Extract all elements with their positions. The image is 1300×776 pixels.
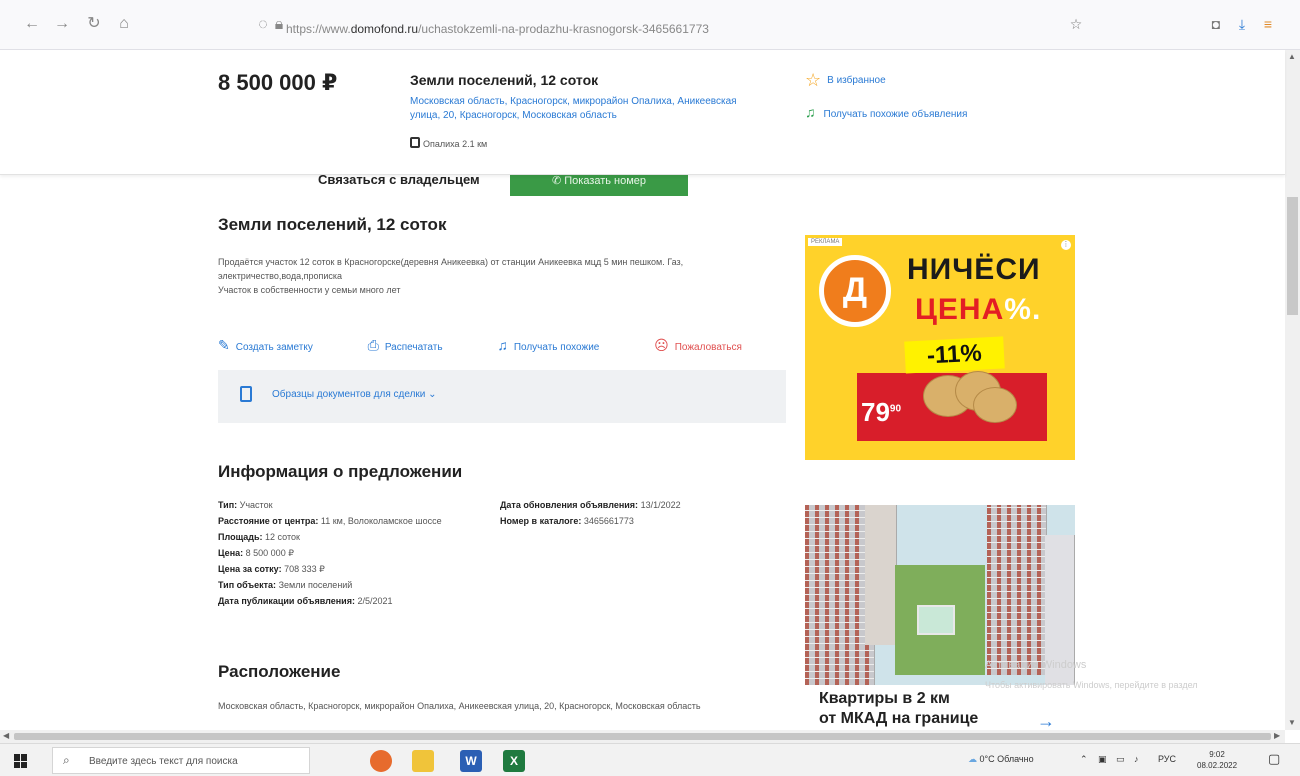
clock[interactable]: 9:02 08.02.2022 — [1197, 749, 1237, 771]
word-icon[interactable]: W — [460, 750, 482, 772]
phone-icon: ✆ — [551, 175, 565, 187]
sticky-address[interactable]: Московская область, Красногорск, микрора… — [410, 95, 740, 123]
sticky-header: 8 500 000 ₽ Земли поселений, 12 соток Мо… — [0, 50, 1285, 175]
printer-icon: ⎙ — [367, 337, 379, 353]
info-row: Тип: Участок — [218, 500, 273, 510]
sticky-title: Земли поселений, 12 соток — [410, 72, 599, 88]
menu-icon[interactable]: ≡ — [1258, 14, 1278, 34]
scroll-down-icon[interactable]: ▼ — [1288, 718, 1296, 727]
info-row: Цена за сотку: 708 333 ₽ — [218, 564, 325, 574]
train-icon — [410, 137, 420, 148]
info-row: Дата обновления объявления: 13/1/2022 — [500, 500, 681, 510]
browser-toolbar: ← → ↻ ⌂ ◌ 🔒︎ https://www.domofond.ru/uch… — [0, 0, 1300, 50]
bell-icon: ♫ — [497, 337, 508, 353]
scroll-left-icon[interactable]: ◀ — [3, 731, 9, 740]
ad-banner-grocery[interactable]: РЕКЛАМА ⋮ Д НИЧЁСИ ЦЕНА%. 7990 -11% — [805, 235, 1075, 460]
ad-price: 7990 — [861, 397, 902, 427]
info-row: Цена: 8 500 000 ₽ — [218, 548, 294, 558]
url-text[interactable]: https://www.domofond.ru/uchastokzemli-na… — [286, 22, 709, 36]
cloud-icon: ☁ — [968, 754, 980, 764]
print-button[interactable]: ⎙ Распечатать — [368, 337, 469, 353]
info-row: Дата публикации объявления: 2/5/2021 — [218, 596, 393, 606]
info-title: Информация о предложении — [218, 462, 463, 481]
horizontal-scrollbar[interactable]: ◀ ▶ — [0, 730, 1285, 743]
ad-headline: Квартиры в 2 км от МКАД на границе — [819, 690, 979, 727]
potato-image — [973, 387, 1017, 423]
tray-chevron-icon[interactable]: ⌃ — [1080, 754, 1088, 765]
listing-title: Земли поселений, 12 соток — [218, 215, 447, 234]
taskbar-search[interactable]: ⌕ Введите здесь текст для поиска — [52, 747, 310, 774]
ad-line1: НИЧЁСИ — [907, 253, 1041, 286]
info-left: Тип: Участок Расстояние от центра: 11 км… — [218, 497, 498, 609]
excel-icon[interactable]: X — [503, 750, 525, 772]
address-bar[interactable]: ◌ 🔒︎ https://www.domofond.ru/uchastokzem… — [245, 16, 1085, 41]
info-row: Площадь: 12 соток — [218, 532, 300, 542]
sticky-price: 8 500 000 ₽ — [218, 70, 338, 95]
pencil-icon: ✎ — [218, 337, 230, 353]
weather-widget[interactable]: ☁ 0°C Облачно — [968, 754, 1034, 765]
pocket-icon[interactable]: ◘ — [1206, 14, 1226, 34]
network-icon[interactable]: ▣ — [1098, 754, 1107, 765]
complain-icon: ☹ — [654, 337, 669, 353]
language-indicator[interactable]: РУС — [1158, 754, 1176, 764]
location-title: Расположение — [218, 662, 341, 681]
windows-activation-watermark: Активация Windows Чтобы активировать Win… — [985, 659, 1198, 690]
complain-button[interactable]: ☹ Пожаловаться — [654, 337, 768, 353]
documents-label[interactable]: Образцы документов для сделки ⌄ — [272, 389, 437, 400]
file-explorer-icon[interactable] — [412, 750, 434, 772]
building-image — [987, 505, 1047, 675]
similar-ads-button[interactable]: ♫ Получать похожие объявления — [805, 104, 967, 120]
favorite-button[interactable]: ☆ В избранное — [805, 70, 886, 91]
sticky-station: Опалиха 2.1 км — [410, 137, 487, 149]
taskbar: ⌕ Введите здесь текст для поиска W X ☁ 0… — [0, 743, 1300, 776]
battery-icon[interactable]: ▭ — [1116, 754, 1125, 765]
info-row: Расстояние от центра: 11 км, Волоколамск… — [218, 516, 442, 526]
search-icon: ⌕ — [63, 753, 70, 767]
arrow-right-icon[interactable]: → — [1037, 711, 1055, 730]
ad-discount: -11% — [904, 336, 1005, 374]
listing-actions: ✎ Создать заметку ⎙ Распечатать ♫ Получать … — [218, 337, 794, 354]
info-row: Номер в каталоге: 3465661773 — [500, 516, 634, 526]
listing-description: Продаётся участок 12 соток в Красногорск… — [218, 257, 684, 295]
documents-dropdown[interactable]: Образцы документов для сделки ⌄ — [218, 370, 786, 423]
create-note-button[interactable]: ✎ Создать заметку — [218, 337, 339, 353]
vertical-scrollbar[interactable]: ▲ ▼ — [1285, 50, 1300, 730]
chevron-down-icon: ⌄ — [428, 389, 437, 400]
reload-icon[interactable]: ↻ — [84, 14, 104, 34]
location-address: Московская область, Красногорск, микрора… — [218, 701, 701, 711]
horizontal-scroll-thumb[interactable] — [14, 733, 1271, 740]
similar-button[interactable]: ♫ Получать похожие — [497, 337, 625, 353]
bookmark-star-icon[interactable]: ☆ — [1066, 14, 1086, 34]
firefox-icon[interactable] — [370, 750, 392, 772]
ad-tag: РЕКЛАМА — [808, 238, 843, 246]
ad-line2: ЦЕНА%. — [915, 293, 1042, 326]
star-icon: ☆ — [805, 70, 822, 90]
info-right: Дата обновления объявления: 13/1/2022 Но… — [500, 497, 780, 529]
info-row: Тип объекта: Земли поселений — [218, 580, 353, 590]
volume-icon[interactable]: ♪ — [1134, 754, 1139, 764]
scroll-up-icon[interactable]: ▲ — [1288, 52, 1296, 61]
ad-info-icon[interactable]: ⋮ — [1061, 240, 1071, 250]
download-icon[interactable]: ⤓ — [1232, 14, 1252, 34]
notifications-icon[interactable]: ▢ — [1268, 751, 1280, 767]
windows-start-icon[interactable] — [14, 754, 28, 768]
scroll-right-icon[interactable]: ▶ — [1274, 731, 1280, 740]
vertical-scroll-thumb[interactable] — [1287, 197, 1298, 315]
forward-icon[interactable]: → — [52, 14, 72, 34]
ad-logo: Д — [819, 255, 891, 327]
back-icon[interactable]: ← — [22, 14, 42, 34]
building-image — [865, 505, 897, 645]
bell-icon: ♫ — [805, 104, 816, 120]
pool-image — [917, 605, 955, 635]
document-icon — [240, 386, 252, 402]
ad-banner-apartments[interactable]: Квартиры в 2 км от МКАД на границе → — [805, 505, 1075, 730]
home-icon[interactable]: ⌂ — [114, 14, 134, 34]
